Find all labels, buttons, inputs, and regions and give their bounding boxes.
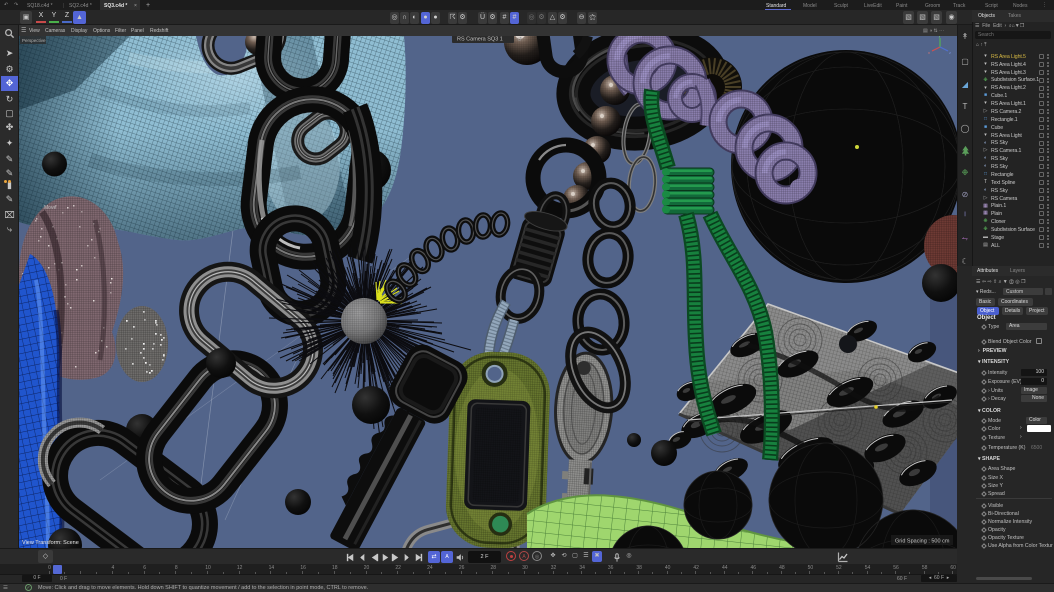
svg-text:↺: ↺ bbox=[517, 36, 522, 43]
svg-text:z: z bbox=[949, 50, 951, 55]
svg-text:RS Camera SQ3 1: RS Camera SQ3 1 bbox=[457, 37, 503, 43]
svg-text:x: x bbox=[928, 50, 930, 55]
svg-text:y: y bbox=[939, 36, 941, 38]
svg-text:Grid Spacing : 500 cm: Grid Spacing : 500 cm bbox=[895, 539, 950, 545]
svg-text:View Transform: Scene: View Transform: Scene bbox=[22, 540, 79, 546]
svg-text:Perspective: Perspective bbox=[22, 38, 46, 43]
svg-text:Move: Move bbox=[44, 205, 56, 211]
